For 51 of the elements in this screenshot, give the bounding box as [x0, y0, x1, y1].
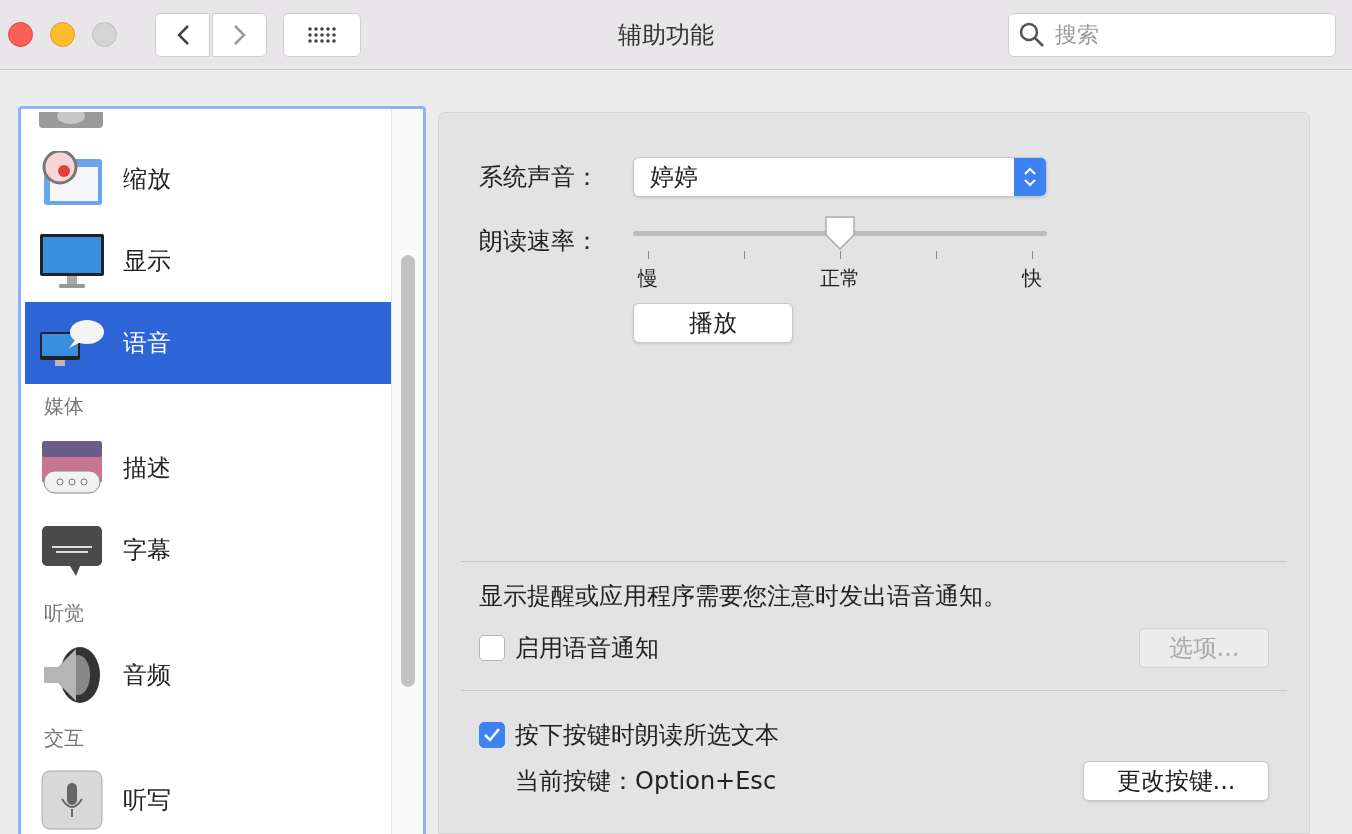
section-header: 媒体 [43, 392, 85, 420]
window-title: 辅助功能 [617, 19, 715, 51]
tick-mark [743, 251, 745, 259]
description-text: 显示提醒或应用程序需要您注意时发出语音通知。 [479, 581, 1008, 612]
checkbox[interactable] [479, 722, 505, 748]
slider-thumb[interactable] [823, 215, 857, 251]
tick-mark [935, 251, 937, 259]
key-value: Option+Esc [635, 766, 778, 797]
key-label: 当前按键： [515, 766, 635, 797]
search-field[interactable]: 搜索 [1008, 12, 1336, 57]
sidebar-item[interactable]: 听写 [25, 759, 391, 834]
search-icon [1018, 20, 1046, 49]
checkbox-label: 启用语音通知 [515, 633, 660, 664]
sidebar-item[interactable]: 字幕 [25, 509, 391, 591]
tick-label: 慢 [638, 265, 658, 292]
sidebar-item[interactable]: 音频 [25, 634, 391, 716]
tick-label: 正常 [820, 265, 860, 292]
monitor-icon [39, 232, 105, 290]
minimize-button[interactable] [50, 22, 75, 47]
chevron-right-icon [232, 23, 247, 46]
section-header: 听觉 [43, 599, 85, 627]
magnifier-icon [40, 151, 104, 207]
play-button[interactable]: 播放 [633, 303, 793, 343]
updown-chevron-icon [1023, 165, 1037, 189]
sidebar-item[interactable]: 缩放 [25, 138, 391, 220]
speech-monitor-icon [39, 318, 105, 368]
tick-mark [1031, 251, 1033, 259]
back-button[interactable] [155, 12, 210, 57]
scrollbar[interactable] [391, 109, 423, 834]
field-label: 朗读速率： [479, 226, 600, 257]
tick-mark [839, 251, 841, 259]
rate-slider[interactable] [633, 219, 1047, 247]
voice-popup[interactable]: 婷婷 [633, 157, 1047, 197]
checkbox[interactable] [479, 635, 505, 661]
section-header: 交互 [43, 724, 85, 752]
show-all-button[interactable] [283, 12, 361, 57]
tick-label: 快 [1022, 265, 1042, 292]
checkmark-icon [483, 727, 501, 743]
chevron-left-icon [175, 23, 190, 46]
close-button[interactable] [8, 22, 33, 47]
grid-icon [307, 25, 337, 44]
checkbox-label: 按下按键时朗读所选文本 [515, 720, 779, 751]
sidebar-item[interactable]: 显示 [25, 220, 391, 302]
zoom-button[interactable] [92, 22, 117, 47]
sidebar-item[interactable]: 语音 [25, 302, 391, 384]
description-icon [40, 439, 104, 497]
sidebar-item[interactable]: 描述 [25, 427, 391, 509]
field-label: 系统声音： [479, 162, 600, 193]
change-key-button[interactable]: 更改按键... [1083, 761, 1269, 801]
microphone-icon [40, 769, 104, 831]
tick-mark [647, 251, 649, 259]
